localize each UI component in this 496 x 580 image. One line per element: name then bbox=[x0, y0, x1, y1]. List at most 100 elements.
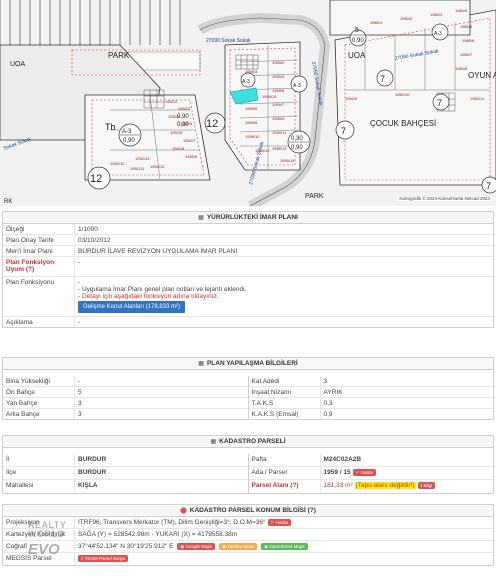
yapilasma-title: PLAN YAPILAŞMA BİLGİLERİ bbox=[206, 360, 298, 367]
il-label: İl bbox=[3, 454, 75, 466]
plan-fonksiyonu-note-1: - Uygulama İmar Planı genel plan notları… bbox=[78, 285, 247, 293]
parcel-number-label: 1960/11 bbox=[470, 96, 485, 101]
meri-imar-value: BURDUR İLAVE REVİZYON UYGULAMA İMAR PLAN… bbox=[78, 247, 238, 255]
taks-label: T.A.K.S bbox=[249, 398, 321, 408]
kartezyen-value: SAĞA (Y) = 528542.98m - YUKARI (X) = 417… bbox=[78, 530, 238, 538]
il-value: BURDUR bbox=[78, 455, 107, 463]
yapilasma-right-col: Kat Adedi 3 İnşaat Nizamı AYRIK T.A.K.S 0,3… bbox=[247, 376, 493, 419]
floor-label-d: 7 bbox=[380, 74, 385, 84]
kartezyen-label: Kartezyen Koordinat bbox=[3, 529, 75, 540]
google-maps-label: Google Maps bbox=[185, 543, 213, 549]
yandex-maps-button[interactable]: ◉ Yandex Maps bbox=[219, 542, 258, 550]
taks-row: T.A.K.S 0,3 bbox=[248, 398, 493, 409]
street-label-1: 27090 Sokak Sokak bbox=[206, 38, 251, 44]
bina-yuksekligi-label: Bina Yüksekliği bbox=[3, 376, 75, 386]
projeksiyon-row: Projeksiyon ITRF96, Transvers Merkator (… bbox=[3, 517, 493, 529]
floor-label-e: 7 bbox=[341, 126, 346, 136]
il-row: İl BURDUR bbox=[3, 454, 248, 467]
park-label-2: PARK bbox=[305, 193, 324, 200]
projeksiyon-label: Projeksiyon bbox=[3, 517, 75, 528]
kadastro-right-col: Pafta M24C02A2B Ada / Parsel 1959 / 15 ⚐ Ha… bbox=[247, 454, 493, 493]
konum-title: KADASTRO PARSEL KONUM BİLGİSİ (?) bbox=[189, 507, 316, 514]
taks-value: 0,3 bbox=[323, 399, 333, 407]
gelisme-konut-button[interactable]: Gelişme Konut Alanları (178,833 m²) bbox=[78, 300, 186, 313]
on-bahce-label: Ön Bahçe bbox=[3, 387, 75, 397]
ada-harita-button[interactable]: ⚐ Harita bbox=[352, 468, 376, 476]
projeksiyon-harita-button[interactable]: ⚐ Harita bbox=[267, 518, 291, 526]
parcel-number-label: 1960/7 bbox=[460, 52, 473, 57]
fonksiyon-uyum-value: - bbox=[78, 258, 81, 266]
floor-label-g: 7 bbox=[486, 181, 491, 191]
map-icon: ⚐ bbox=[355, 469, 360, 475]
map-marker-icon: ⬤ bbox=[180, 508, 187, 514]
ratio-label-c: 0,30 bbox=[291, 136, 303, 142]
parcel-number-label: 1960/2 bbox=[400, 16, 413, 21]
kadastro-panel: ▦ KADASTRO PARSELİ İl BURDUR İlçe BURDUR Ma… bbox=[2, 435, 494, 494]
parcel-number-label: 1959/7 bbox=[272, 102, 285, 107]
on-bahce-value: 5 bbox=[78, 388, 82, 396]
aciklama-label: Açıklama bbox=[3, 317, 75, 327]
yapilasma-panel: ▦ PLAN YAPILAŞMA BİLGİLERİ Bina Yüksekliğ… bbox=[2, 357, 494, 420]
onay-tarihi-label: Plan Onay Tarihi bbox=[3, 235, 75, 245]
tkgm-parsel-sorgu-label: TKGM Parsel Sorgu bbox=[84, 555, 125, 561]
ada-parsel-value: 1959 / 15 bbox=[323, 468, 351, 476]
imar-plani-header: ▦ YÜRÜRLÜKTEKİ İMAR PLANI bbox=[3, 212, 493, 224]
ada-parsel-label: Ada / Parsel bbox=[249, 467, 321, 479]
insaat-nizami-value: AYRIK bbox=[323, 388, 343, 396]
parcel-number-label: 1960/10 bbox=[395, 92, 410, 97]
kadastro-left-col: İl BURDUR İlçe BURDUR Mahallesi KIŞLA bbox=[3, 454, 248, 493]
zoning-map[interactable]: PARK UOA UOA ÇOCUK BAHÇESİ OYUN ALANI PA… bbox=[0, 0, 496, 206]
parcel-number-label: 1952/2 bbox=[165, 99, 178, 104]
yandex-maps-label: Yandex Maps bbox=[227, 543, 255, 549]
mahalle-value: KIŞLA bbox=[78, 481, 98, 489]
parsel-alani-value: 181,33 m² bbox=[323, 481, 353, 489]
floor-label-a: 12 bbox=[90, 173, 102, 185]
floor-label-c: 5 bbox=[355, 27, 359, 34]
yapilasma-left-col: Bina Yüksekliği - Ön Bahçe 5 Yan Bahçe 3 Ar… bbox=[3, 376, 248, 419]
parcel-number-label: 1952/8 bbox=[172, 146, 185, 151]
openstreet-maps-button[interactable]: ◉ OpenStreet Maps bbox=[261, 542, 308, 550]
meri-imar-label: Meri'i İmar Planı bbox=[3, 246, 75, 256]
megsis-row: MEGSİS Parsel ⌕ TKGM Parsel Sorgu bbox=[3, 553, 493, 565]
uoa-label: UOA bbox=[10, 61, 26, 68]
fonksiyon-uyum-label: Plan Fonksiyon Uyum (?) bbox=[3, 257, 75, 276]
parcel-number-label: 1959/10 bbox=[245, 134, 260, 139]
kat-adedi-row: Kat Adedi 3 bbox=[248, 376, 493, 387]
mahalle-label: Mahallesi bbox=[3, 480, 75, 493]
yan-bahce-row: Yan Bahçe 3 bbox=[3, 398, 248, 409]
plan-fonksiyonu-note-2: - Detayı için aşağıdaki fonksiyon adına … bbox=[78, 292, 219, 300]
parcel-number-label: 1959/9 bbox=[272, 116, 285, 121]
uoa-label-2: UOA bbox=[348, 51, 366, 60]
rk-label: RK bbox=[4, 199, 12, 205]
meri-imar-row: Meri'i İmar Planı BURDUR İLAVE REVİZYON … bbox=[3, 246, 493, 257]
parcel-number-label: 1960/4 bbox=[455, 8, 468, 13]
ratio-label-d: 0,90 bbox=[291, 145, 303, 151]
search-icon: ⌕ bbox=[81, 555, 84, 561]
table-icon: ▦ bbox=[210, 439, 217, 445]
park-label: PARK bbox=[108, 51, 130, 60]
tkgm-parsel-sorgu-button[interactable]: ⌕ TKGM Parsel Sorgu bbox=[78, 554, 128, 562]
cografi-row: Coğrafi 37°44'52.134" N 30°19'25.912" E … bbox=[3, 541, 493, 553]
parcel-number-label: 1952/13 bbox=[135, 156, 150, 161]
ada-parsel-row: Ada / Parsel 1959 / 15 ⚐ Harita bbox=[248, 467, 493, 480]
konum-panel: ⬤ KADASTRO PARSEL KONUM BİLGİSİ (?) Proje… bbox=[2, 504, 494, 566]
parcel-number-label: 1952/6 bbox=[170, 130, 183, 135]
oyun-alani-label: OYUN ALANI bbox=[468, 71, 496, 80]
yapilasma-header: ▦ PLAN YAPILAŞMA BİLGİLERİ bbox=[3, 358, 493, 370]
parcel-number-label: 1952/9 bbox=[185, 154, 198, 159]
imar-plani-panel: ▦ YÜRÜRLÜKTEKİ İMAR PLANI Ölçeği 1/1000 P… bbox=[2, 211, 494, 328]
olcegi-value: 1/1000 bbox=[78, 225, 98, 233]
location-icon: ◉ bbox=[180, 543, 185, 549]
location-icon: ◉ bbox=[264, 543, 269, 549]
google-maps-button[interactable]: ◉ Google Maps bbox=[177, 542, 216, 550]
insaat-nizami-label: İnşaat Nizamı bbox=[249, 387, 321, 397]
pafta-row: Pafta M24C02A2B bbox=[248, 454, 493, 467]
zoning-map-svg: PARK UOA UOA ÇOCUK BAHÇESİ OYUN ALANI PA… bbox=[0, 0, 496, 206]
kadastro-header: ▦ KADASTRO PARSELİ bbox=[3, 436, 493, 448]
megsis-label: MEGSİS Parsel bbox=[3, 553, 75, 565]
bilgi-button[interactable]: ℹ Bilgi bbox=[417, 481, 435, 489]
projeksiyon-harita-label: Harita bbox=[275, 519, 288, 525]
yan-bahce-label: Yan Bahçe bbox=[3, 398, 75, 408]
small-label-b: A-3 bbox=[434, 31, 442, 37]
arka-bahce-label: Arka Bahçe bbox=[3, 409, 75, 419]
